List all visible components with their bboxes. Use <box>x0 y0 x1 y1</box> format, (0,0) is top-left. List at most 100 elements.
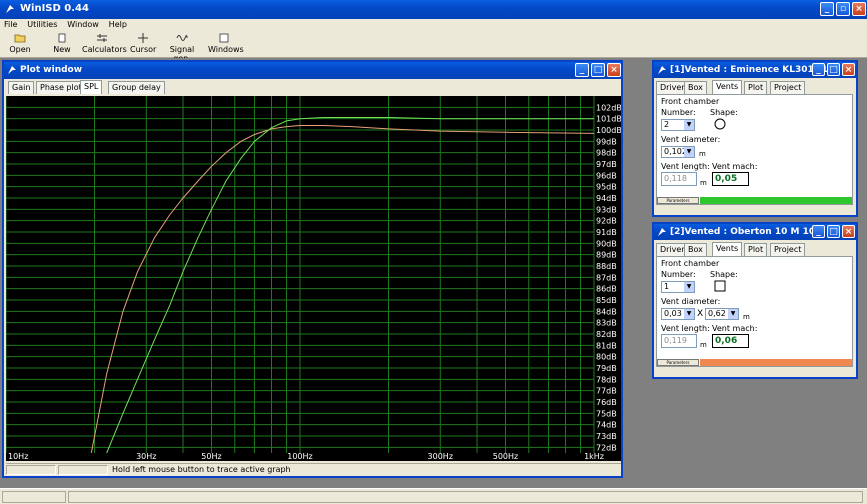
box1-tab-vents[interactable]: Vents <box>712 80 743 94</box>
box2-parameters-bar[interactable]: Parameters <box>657 359 852 366</box>
box2-titlebar: [2]Vented : Oberton 10 M 100 _ □ × <box>654 224 856 240</box>
box1-vent-length-field: 0,118 <box>661 172 697 186</box>
x-tick-label: 50Hz <box>201 452 221 461</box>
menu-utilities[interactable]: Utilities <box>27 19 57 31</box>
y-tick-label: 83dB <box>596 319 617 328</box>
y-tick-label: 93dB <box>596 205 617 214</box>
tab-gain[interactable]: Gain <box>8 81 35 94</box>
box2-parameters-indicator <box>700 359 852 366</box>
y-tick-label: 74dB <box>596 421 617 430</box>
restore-button[interactable]: ▫ <box>836 2 850 16</box>
box2-front-chamber-label: Front chamber <box>661 259 720 268</box>
box2-number-label: Number: <box>661 270 696 279</box>
menu-window[interactable]: Window <box>67 19 99 31</box>
box1-number-select[interactable]: 2 ▼ <box>661 119 695 131</box>
toolbar: Open New Calculators Cursor Signal gen. … <box>0 31 867 63</box>
windows-icon <box>219 33 229 43</box>
tab-spl[interactable]: SPL <box>80 80 103 94</box>
y-tick-label: 76dB <box>596 398 617 407</box>
close-button[interactable]: × <box>852 2 866 16</box>
minimize-button[interactable]: _ <box>820 2 834 16</box>
box2-vents-panel: Front chamber Number: Shape: 1 ▼ Vent dia… <box>656 256 853 367</box>
main-status-segment-1 <box>2 491 66 503</box>
box1-vent-length-label: Vent length: <box>661 162 710 171</box>
box2-shape-label: Shape: <box>710 270 738 279</box>
windows-button[interactable]: Windows <box>208 33 244 54</box>
box2-vent-length-label: Vent length: <box>661 324 710 333</box>
box2-tab-vents[interactable]: Vents <box>712 242 743 256</box>
square-shape-icon[interactable] <box>714 280 726 292</box>
box1-parameters-bar[interactable]: Parameters <box>657 197 852 204</box>
menu-bar: File Utilities Window Help <box>0 19 867 31</box>
y-tick-label: 85dB <box>596 296 617 305</box>
y-tick-label: 100dB <box>596 126 621 135</box>
box2-minimize-button[interactable]: _ <box>812 225 825 238</box>
y-tick-label: 96dB <box>596 171 617 180</box>
x-tick-label: 300Hz <box>428 452 453 461</box>
circle-shape-icon[interactable] <box>714 118 726 130</box>
cursor-button[interactable]: Cursor <box>130 33 156 54</box>
menu-help[interactable]: Help <box>109 19 127 31</box>
signal-generator-icon <box>176 35 188 41</box>
box1-tab-project[interactable]: Project <box>770 81 806 94</box>
plot-maximize-button[interactable]: □ <box>591 63 605 77</box>
plot-window-titlebar: Plot window _ □ × <box>4 62 621 79</box>
open-folder-icon <box>14 34 26 43</box>
box2-maximize-button[interactable]: □ <box>827 225 840 238</box>
tab-phase-plot[interactable]: Phase plot <box>36 81 86 94</box>
box2-vent-mach-label: Vent mach: <box>712 324 758 333</box>
plot-window: Plot window _ □ × Gain Phase plot SPL Gr… <box>2 60 623 478</box>
box1-minimize-button[interactable]: _ <box>812 63 825 76</box>
chevron-down-icon: ▼ <box>684 309 694 319</box>
box1-titlebar: [1]Vented : Eminence KL3015 L _ □ × <box>654 62 856 78</box>
y-tick-label: 98dB <box>596 149 617 158</box>
box2-vent-length-field: 0,119 <box>661 334 697 348</box>
box2-window: [2]Vented : Oberton 10 M 100 _ □ × Drive… <box>652 222 858 379</box>
spl-chart[interactable]: 102dB 101dB 100dB 99dB 98dB 97dB 96dB 95dB 94dB 9… <box>5 96 622 461</box>
box2-vent-height-select[interactable]: 0,62 ▼ <box>705 308 739 320</box>
y-tick-label: 91dB <box>596 228 617 237</box>
y-tick-label: 90dB <box>596 239 617 248</box>
menu-file[interactable]: File <box>4 19 17 31</box>
box2-vent-width-select[interactable]: 0,03 ▼ <box>661 308 695 320</box>
box1-parameters-indicator <box>700 197 852 204</box>
new-button[interactable]: New <box>50 33 74 54</box>
y-tick-label: 99dB <box>596 137 617 146</box>
box2-tab-plot[interactable]: Plot <box>744 243 768 256</box>
box2-title: [2]Vented : Oberton 10 M 100 <box>670 227 822 237</box>
x-tick-label: 30Hz <box>136 452 156 461</box>
y-tick-label: 81dB <box>596 341 617 350</box>
spl-plot-area[interactable]: 102dB 101dB 100dB 99dB 98dB 97dB 96dB 95dB 94dB 9… <box>5 96 622 461</box>
box1-close-button[interactable]: × <box>842 63 855 76</box>
box1-title: [1]Vented : Eminence KL3015 L <box>670 65 829 75</box>
y-tick-label: 86dB <box>596 285 617 294</box>
y-tick-label: 72dB <box>596 443 617 452</box>
box1-vents-panel: Front chamber Number: Shape: 2 ▼ Vent dia… <box>656 94 853 205</box>
open-button[interactable]: Open <box>8 33 32 54</box>
plot-minimize-button[interactable]: _ <box>575 63 589 77</box>
y-tick-label: 77dB <box>596 387 617 396</box>
y-tick-label: 101dB <box>596 115 621 124</box>
plot-close-button[interactable]: × <box>607 63 621 77</box>
y-tick-label: 80dB <box>596 353 617 362</box>
box1-vent-mach-field: 0,05 <box>712 172 749 186</box>
app-icon <box>6 5 14 13</box>
tab-group-delay[interactable]: Group delay <box>108 81 165 94</box>
box1-front-chamber-label: Front chamber <box>661 97 720 106</box>
box1-tab-plot[interactable]: Plot <box>744 81 768 94</box>
box2-tab-box[interactable]: Box <box>684 243 707 256</box>
calculators-button[interactable]: Calculators <box>82 33 127 54</box>
box1-maximize-button[interactable]: □ <box>827 63 840 76</box>
box1-tab-box[interactable]: Box <box>684 81 707 94</box>
box1-window-icon <box>658 66 666 74</box>
x-tick-label: 100Hz <box>287 452 312 461</box>
box2-number-select[interactable]: 1 ▼ <box>661 281 695 293</box>
plot-status-bar: Hold left mouse button to trace active g… <box>6 463 621 475</box>
box1-vent-diameter-select[interactable]: 0,102 ▼ <box>661 146 695 158</box>
box2-tab-project[interactable]: Project <box>770 243 806 256</box>
y-tick-label: 89dB <box>596 251 617 260</box>
y-tick-label: 102dB <box>596 103 621 112</box>
y-tick-label: 97dB <box>596 160 617 169</box>
box1-number-label: Number: <box>661 108 696 117</box>
box2-close-button[interactable]: × <box>842 225 855 238</box>
